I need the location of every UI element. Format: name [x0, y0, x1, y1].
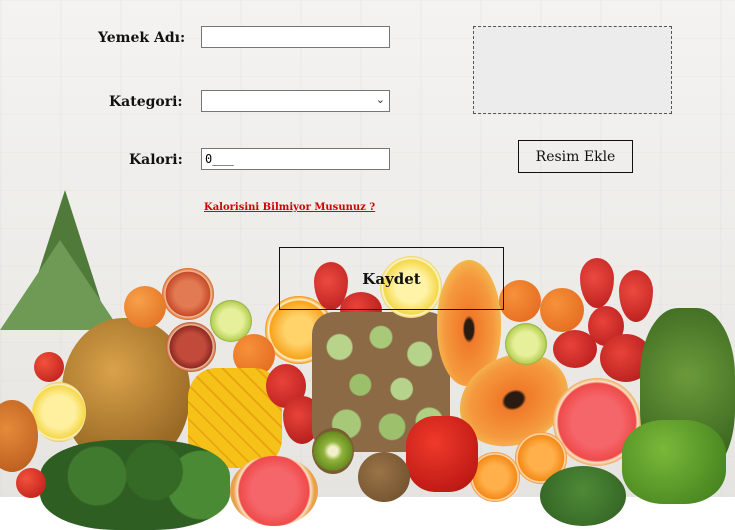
chevron-down-icon: ⌄: [375, 93, 385, 106]
name-label: Yemek Adı:: [98, 30, 186, 46]
save-button[interactable]: Kaydet: [279, 247, 504, 310]
tomato: [34, 352, 64, 382]
kiwi: [312, 428, 354, 474]
broccoli: [40, 440, 230, 530]
kiwi: [358, 452, 410, 502]
orange: [540, 288, 584, 332]
broccoli: [540, 466, 626, 526]
blood-orange: [162, 268, 214, 320]
category-select[interactable]: ⌄: [201, 90, 390, 112]
name-input[interactable]: [201, 26, 390, 48]
pineapple-leaves: [0, 240, 120, 330]
lime: [505, 323, 547, 365]
category-label: Kategori:: [109, 94, 183, 110]
image-preview-box: [473, 26, 672, 114]
orange: [124, 286, 166, 328]
tomato: [16, 468, 46, 498]
calorie-input[interactable]: [201, 148, 390, 170]
green-pepper: [622, 420, 726, 504]
add-image-button[interactable]: Resim Ekle: [518, 140, 633, 173]
grapefruit-half: [230, 456, 318, 526]
calorie-help-link[interactable]: Kalorisini Bilmiyor Musunuz ?: [204, 202, 375, 213]
orange: [499, 280, 541, 322]
strawberry: [553, 330, 597, 368]
lemon-slice: [32, 382, 86, 442]
calorie-label: Kalori:: [129, 152, 183, 168]
blood-orange: [166, 322, 216, 372]
red-pepper: [406, 416, 478, 492]
